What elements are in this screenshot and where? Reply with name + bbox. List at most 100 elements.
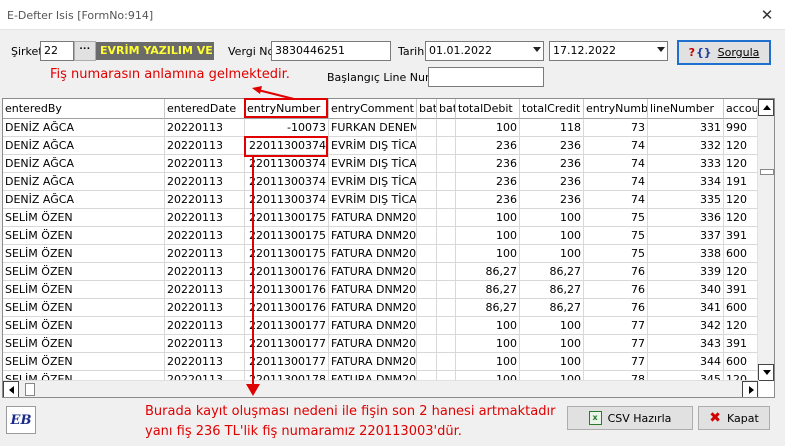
table-cell[interactable]: 22011300176 (245, 263, 329, 281)
table-cell[interactable] (437, 263, 456, 281)
table-cell[interactable]: 236 (520, 173, 584, 191)
table-row[interactable]: DENİZ AĞCA 20220113 22011300374 EVRİM DIŞ T… (3, 173, 758, 191)
table-cell[interactable]: 100 (456, 209, 520, 227)
table-cell[interactable]: SELİM ÖZEN (3, 299, 165, 317)
table-cell[interactable]: 20220113 (165, 209, 245, 227)
table-cell[interactable]: 600 (724, 353, 758, 371)
column-header-linenumber[interactable]: lineNumber (648, 99, 724, 119)
table-cell[interactable]: FATURA DNM20 (329, 245, 417, 263)
table-cell[interactable]: 342 (648, 317, 724, 335)
table-cell[interactable]: 22011300374 (245, 191, 329, 209)
table-cell[interactable]: 74 (584, 155, 648, 173)
table-row[interactable]: DENİZ AĞCA 20220113 22011300374 EVRİM DIŞ T… (3, 155, 758, 173)
table-cell[interactable]: 344 (648, 353, 724, 371)
table-cell[interactable]: FATURA DNM20 (329, 335, 417, 353)
table-cell[interactable]: 77 (584, 317, 648, 335)
table-cell[interactable]: 100 (520, 335, 584, 353)
table-cell[interactable]: 341 (648, 299, 724, 317)
table-cell[interactable]: DENİZ AĞCA (3, 119, 165, 137)
table-cell[interactable] (417, 155, 437, 173)
table-cell[interactable]: DENİZ AĞCA (3, 155, 165, 173)
scroll-right-button[interactable] (742, 381, 758, 397)
query-button[interactable]: ?{} Sorgula (677, 40, 771, 65)
table-cell[interactable] (417, 191, 437, 209)
table-cell[interactable]: 75 (584, 227, 648, 245)
table-cell[interactable]: 331 (648, 119, 724, 137)
table-cell[interactable]: 20220113 (165, 245, 245, 263)
table-cell[interactable]: 100 (520, 245, 584, 263)
table-cell[interactable]: 22011300374 (245, 173, 329, 191)
column-header-totaldebit[interactable]: totalDebit (456, 99, 520, 119)
table-cell[interactable]: FATURA DNM20 (329, 317, 417, 335)
table-cell[interactable]: 120 (724, 137, 758, 155)
column-header-totalcredit[interactable]: totalCredit (520, 99, 584, 119)
table-cell[interactable]: EVRİM DIŞ TİCAI (329, 173, 417, 191)
table-cell[interactable]: FATURA DNM20 (329, 209, 417, 227)
table-cell[interactable]: 20220113 (165, 263, 245, 281)
table-cell[interactable]: 100 (520, 227, 584, 245)
table-cell[interactable]: DENİZ AĞCA (3, 173, 165, 191)
table-row[interactable]: SELİM ÖZEN 20220113 22011300176 FATURA DNM2… (3, 299, 758, 317)
table-cell[interactable]: 20220113 (165, 137, 245, 155)
table-cell[interactable] (437, 119, 456, 137)
table-cell[interactable]: SELİM ÖZEN (3, 227, 165, 245)
table-cell[interactable] (417, 317, 437, 335)
table-cell[interactable]: 339 (648, 263, 724, 281)
table-cell[interactable]: SELİM ÖZEN (3, 245, 165, 263)
table-cell[interactable]: 334 (648, 173, 724, 191)
table-cell[interactable]: 20220113 (165, 155, 245, 173)
column-header-bat[interactable]: bat (437, 99, 456, 119)
table-cell[interactable]: 120 (724, 317, 758, 335)
table-cell[interactable] (417, 263, 437, 281)
table-cell[interactable]: 236 (456, 155, 520, 173)
table-row[interactable]: DENİZ AĞCA 20220113 22011300374 EVRİM DIŞ T… (3, 137, 758, 155)
table-row[interactable]: SELİM ÖZEN 20220113 22011300175 FATURA DNM2… (3, 245, 758, 263)
table-cell[interactable]: 20220113 (165, 353, 245, 371)
table-cell[interactable]: DENİZ AĞCA (3, 137, 165, 155)
table-cell[interactable]: 22011300176 (245, 281, 329, 299)
scroll-down-button[interactable] (758, 364, 774, 381)
table-row[interactable]: SELİM ÖZEN 20220113 22011300175 FATURA DNM2… (3, 209, 758, 227)
table-cell[interactable]: 20220113 (165, 173, 245, 191)
table-cell[interactable]: 100 (456, 119, 520, 137)
table-cell[interactable]: 74 (584, 137, 648, 155)
table-cell[interactable]: 20220113 (165, 227, 245, 245)
table-cell[interactable]: SELİM ÖZEN (3, 263, 165, 281)
table-cell[interactable] (417, 209, 437, 227)
table-cell[interactable]: 22011300175 (245, 245, 329, 263)
table-row[interactable]: SELİM ÖZEN 20220113 22011300177 FATURA DNM2… (3, 335, 758, 353)
table-cell[interactable]: 75 (584, 209, 648, 227)
table-cell[interactable]: 333 (648, 155, 724, 173)
table-cell[interactable]: EVRİM DIŞ TİCAI (329, 191, 417, 209)
column-header-entrynumber[interactable]: entryNumber (584, 99, 648, 119)
table-cell[interactable]: 600 (724, 245, 758, 263)
table-cell[interactable]: FATURA DNM20 (329, 281, 417, 299)
table-cell[interactable] (437, 245, 456, 263)
table-row[interactable]: SELİM ÖZEN 20220113 22011300177 FATURA DNM2… (3, 317, 758, 335)
table-cell[interactable] (417, 227, 437, 245)
column-header-accou[interactable]: accou (724, 99, 758, 119)
table-cell[interactable]: 338 (648, 245, 724, 263)
table-cell[interactable]: 22011300177 (245, 317, 329, 335)
table-cell[interactable] (437, 335, 456, 353)
table-cell[interactable]: 236 (520, 137, 584, 155)
table-cell[interactable]: 20220113 (165, 299, 245, 317)
table-cell[interactable]: 100 (520, 209, 584, 227)
date-from-picker[interactable]: 01.01.2022 (425, 41, 544, 61)
table-cell[interactable]: 74 (584, 173, 648, 191)
table-cell[interactable]: 337 (648, 227, 724, 245)
table-cell[interactable]: FATURA DNM20 (329, 227, 417, 245)
table-cell[interactable]: 86,27 (456, 263, 520, 281)
table-cell[interactable] (417, 173, 437, 191)
table-cell[interactable]: 236 (456, 137, 520, 155)
table-cell[interactable]: 22011300176 (245, 299, 329, 317)
column-header-enteredby[interactable]: enteredBy (3, 99, 165, 119)
table-cell[interactable]: 22011300177 (245, 335, 329, 353)
table-cell[interactable] (437, 281, 456, 299)
table-row[interactable]: DENİZ AĞCA 20220113 22011300374 EVRİM DIŞ T… (3, 191, 758, 209)
table-cell[interactable]: FATURA DNM20 (329, 353, 417, 371)
table-cell[interactable]: 336 (648, 209, 724, 227)
table-cell[interactable]: 120 (724, 263, 758, 281)
table-cell[interactable]: 118 (520, 119, 584, 137)
table-cell[interactable]: SELİM ÖZEN (3, 335, 165, 353)
